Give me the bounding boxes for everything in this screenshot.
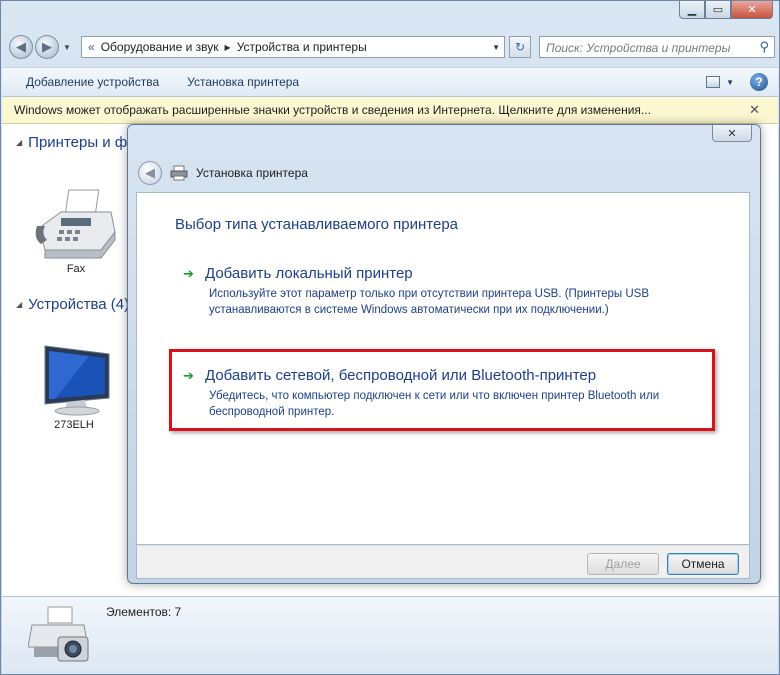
info-bar-text: Windows может отображать расширенные зна… — [14, 103, 651, 117]
view-icon — [706, 76, 721, 88]
green-arrow-icon: ➔ — [183, 367, 194, 383]
dialog-header: ◀ Установка принтера — [138, 161, 308, 185]
monitor-icon — [44, 345, 110, 416]
device-monitor[interactable]: 273ELH — [24, 342, 124, 431]
collapse-triangle-icon: ◢ — [16, 138, 23, 147]
option-network-desc: Убедитесь, что компьютер подключен к сет… — [209, 390, 660, 418]
back-button[interactable]: ◀ — [9, 35, 33, 59]
help-icon[interactable]: ? — [750, 73, 768, 91]
close-info-bar-icon[interactable]: ✕ — [749, 102, 760, 118]
option-local-title: Добавить локальный принтер — [205, 265, 413, 282]
next-button[interactable]: Далее — [587, 553, 659, 575]
option-local-printer[interactable]: ➔ Добавить локальный принтер Используйте… — [183, 265, 703, 318]
view-dropdown-icon: ▼ — [726, 77, 734, 87]
printer-camera-icon — [28, 606, 89, 662]
caption-buttons: ▁ ▭ ✕ — [679, 1, 773, 19]
address-dropdown-icon[interactable]: ▼ — [492, 43, 500, 52]
breadcrumb-hardware[interactable]: Оборудование и звук — [101, 40, 219, 54]
address-bar[interactable]: « Оборудование и звук ▶ Устройства и при… — [81, 36, 505, 58]
maximize-button[interactable]: ▭ — [705, 1, 731, 19]
refresh-icon: ↻ — [514, 40, 526, 54]
items-count: Элементов: 7 — [106, 605, 182, 619]
option-network-title: Добавить сетевой, беспроводной или Bluet… — [205, 367, 597, 384]
group-header-printers[interactable]: ◢ Принтеры и ф — [16, 134, 127, 151]
dialog-back-button[interactable]: ◀ — [138, 161, 162, 185]
breadcrumb-devices[interactable]: Устройства и принтеры — [237, 40, 367, 54]
dialog-footer: Далее Отмена — [136, 545, 750, 579]
search-input[interactable]: Поиск: Устройства и принтеры ⚲ — [539, 36, 775, 58]
option-local-desc: Используйте этот параметр только при отс… — [209, 288, 650, 316]
info-bar[interactable]: Windows может отображать расширенные зна… — [2, 97, 778, 124]
group-header-devices[interactable]: ◢ Устройства (4) — [16, 296, 129, 313]
command-bar: Добавление устройства Установка принтера… — [2, 67, 778, 97]
dialog-heading: Выбор типа устанавливаемого принтера — [175, 216, 459, 233]
device-label-fax: Fax — [66, 263, 86, 275]
fax-icon — [35, 189, 116, 259]
group-title-devices: Устройства (4) — [28, 296, 130, 313]
cancel-button[interactable]: Отмена — [667, 553, 739, 575]
close-window-button[interactable]: ✕ — [731, 1, 773, 19]
history-dropdown-icon[interactable]: ▼ — [63, 43, 71, 52]
search-icon[interactable]: ⚲ — [759, 39, 769, 55]
dialog-title: Установка принтера — [196, 166, 308, 180]
device-fax[interactable]: Fax — [26, 188, 126, 275]
forward-arrow-icon: ▶ — [42, 39, 52, 54]
breadcrumb-separator-icon[interactable]: ▶ — [225, 43, 231, 52]
add-device-button[interactable]: Добавление устройства — [26, 75, 159, 89]
device-label-monitor: 273ELH — [54, 419, 94, 431]
close-icon: ✕ — [727, 127, 737, 140]
add-printer-dialog: ✕ ◀ Установка принтера Выбор типа устана… — [127, 124, 761, 584]
status-bar: Элементов: 7 — [2, 596, 778, 674]
view-options-button[interactable]: ▼ — [706, 76, 734, 88]
search-placeholder: Поиск: Устройства и принтеры — [546, 41, 731, 55]
option-network-printer[interactable]: ➔ Добавить сетевой, беспроводной или Blu… — [183, 367, 703, 420]
back-arrow-icon: ◀ — [16, 39, 26, 54]
dialog-body: Выбор типа устанавливаемого принтера ➔ Д… — [136, 192, 750, 545]
group-title-printers: Принтеры и ф — [28, 134, 128, 151]
green-arrow-icon: ➔ — [183, 265, 194, 281]
printer-icon — [170, 165, 188, 181]
back-arrow-icon: ◀ — [145, 165, 155, 180]
navigation-bar: ◀ ▶ ▼ « Оборудование и звук ▶ Устройства… — [9, 33, 775, 61]
dialog-close-button[interactable]: ✕ — [712, 125, 752, 142]
minimize-button[interactable]: ▁ — [679, 1, 705, 19]
control-panel-icon: « — [88, 40, 95, 54]
add-printer-button[interactable]: Установка принтера — [187, 75, 299, 89]
collapse-triangle-icon: ◢ — [16, 300, 23, 309]
refresh-button[interactable]: ↻ — [509, 36, 531, 58]
forward-button[interactable]: ▶ — [35, 35, 59, 59]
